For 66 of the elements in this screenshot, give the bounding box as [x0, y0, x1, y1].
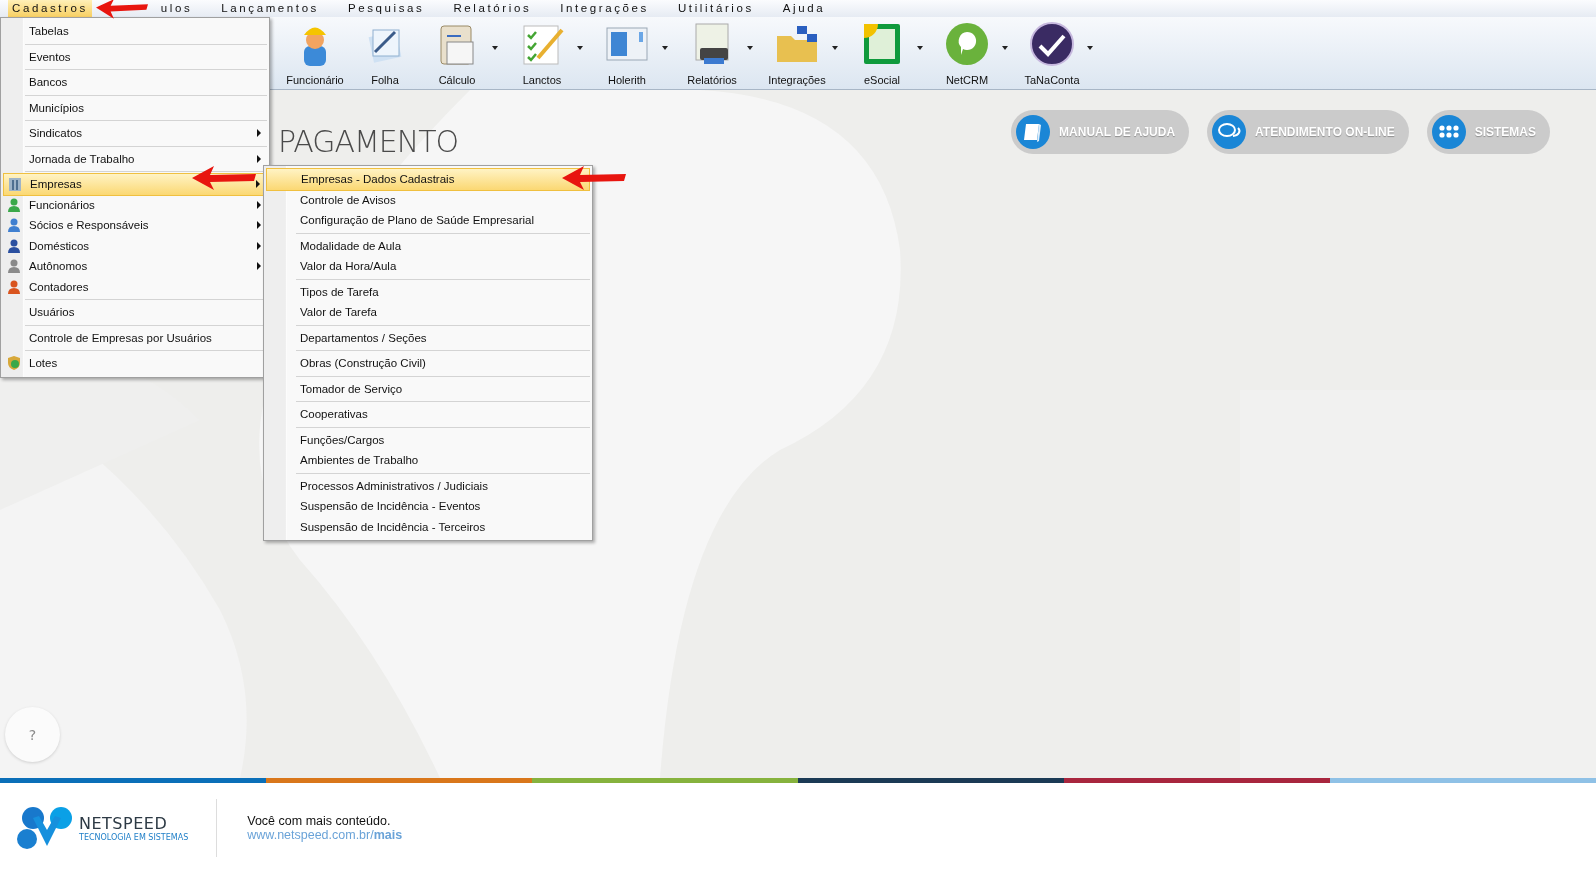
- dropdown-caret-icon[interactable]: [832, 45, 838, 50]
- brand-tagline: TECNOLOGIA EM SISTEMAS: [79, 833, 189, 842]
- menu-item[interactable]: Contadores: [3, 276, 267, 297]
- menu-item[interactable]: Lotes: [3, 353, 267, 374]
- toolbar-button[interactable]: Lanctos: [507, 17, 577, 86]
- menu-bar-item[interactable]: Pesquisas: [344, 0, 429, 17]
- toolbar-button[interactable]: Relatórios: [677, 17, 747, 86]
- slogan: Você com mais conteúdo.: [247, 814, 392, 828]
- grid-icon: [1430, 114, 1467, 150]
- check-icon: [1028, 20, 1076, 68]
- menu-bar-item[interactable]: Relatórios: [449, 0, 536, 17]
- menu-item[interactable]: Cooperativas: [266, 404, 590, 425]
- dropdown-caret-icon[interactable]: [917, 45, 923, 50]
- toolbar-button[interactable]: eSocial: [847, 17, 917, 86]
- menu-item[interactable]: Valor de Tarefa: [266, 302, 590, 323]
- menu-item[interactable]: Configuração de Plano de Saúde Empresarial: [266, 210, 590, 231]
- pointer-arrow: [192, 166, 256, 190]
- menu-item[interactable]: Eventos: [3, 46, 267, 67]
- menu-item[interactable]: Bancos: [3, 72, 267, 93]
- menu-item[interactable]: Tipos de Tarefa: [266, 281, 590, 302]
- toolbar-button[interactable]: Folha: [350, 17, 420, 86]
- toolbar-button[interactable]: TaNaConta: [1017, 17, 1087, 86]
- menu-bar-item[interactable]: Cadastros: [8, 0, 92, 17]
- book-icon: [1015, 114, 1052, 150]
- menu-item[interactable]: Processos Administrativos / Judiciais: [266, 475, 590, 496]
- menu-item[interactable]: Empresas - Dados Cadastrais: [266, 168, 590, 191]
- toolbar-button[interactable]: Funcionário: [280, 17, 350, 86]
- menu-bar-item[interactable]: Utilitários: [673, 0, 758, 17]
- dropdown-caret-icon[interactable]: [662, 45, 668, 50]
- menu-bar-item[interactable]: Lançamentos: [217, 0, 323, 17]
- toolbar-button[interactable]: Integrações: [762, 17, 832, 86]
- menu-item[interactable]: Suspensão de Incidência - Terceiros: [266, 516, 590, 537]
- chat-icon: [943, 20, 991, 68]
- menu-item[interactable]: Usuários: [3, 302, 267, 323]
- pointer-arrow: [96, 0, 148, 20]
- menu-item[interactable]: Valor da Hora/Aula: [266, 256, 590, 277]
- chat-icon: [1211, 114, 1248, 150]
- menu-item[interactable]: Municípios: [3, 97, 267, 118]
- building-icon: [7, 176, 23, 193]
- logo-icon: [15, 806, 75, 850]
- dropdown-caret-icon[interactable]: [1087, 45, 1093, 50]
- menu-item[interactable]: Tabelas: [3, 21, 267, 42]
- menu-bar-item[interactable]: ulos: [156, 0, 197, 17]
- toolbar-button[interactable]: Holerith: [592, 17, 662, 86]
- pointer-arrow: [562, 166, 626, 190]
- shield-icon: [6, 355, 22, 372]
- menu-item[interactable]: Sindicatos: [3, 123, 267, 144]
- toolbar-button[interactable]: Cálculo: [422, 17, 492, 86]
- menu-item[interactable]: Obras (Construção Civil): [266, 353, 590, 374]
- menu-bar-item[interactable]: Integrações: [556, 0, 653, 17]
- menu-item[interactable]: Controle de Empresas por Usuários: [3, 327, 267, 348]
- menu-item[interactable]: Modalidade de Aula: [266, 235, 590, 256]
- menu-item[interactable]: Ambientes de Trabalho: [266, 450, 590, 471]
- dropdown-caret-icon[interactable]: [747, 45, 753, 50]
- menu-item[interactable]: Suspensão de Incidência - Eventos: [266, 496, 590, 517]
- brand-name: NETSPEED: [79, 814, 169, 833]
- menu-item[interactable]: Controle de Avisos: [266, 189, 590, 210]
- dropdown-caret-icon[interactable]: [492, 45, 498, 50]
- menu-bar-item[interactable]: Ajuda: [778, 0, 830, 17]
- page-heading: PAGAMENTO: [278, 124, 459, 159]
- menu-item[interactable]: Funções/Cargos: [266, 429, 590, 450]
- menu-item[interactable]: Tomador de Serviço: [266, 378, 590, 399]
- dropdown-caret-icon[interactable]: [577, 45, 583, 50]
- toolbar-button[interactable]: NetCRM: [932, 17, 1002, 86]
- dropdown-caret-icon[interactable]: [1002, 45, 1008, 50]
- menu-item[interactable]: Departamentos / Seções: [266, 327, 590, 348]
